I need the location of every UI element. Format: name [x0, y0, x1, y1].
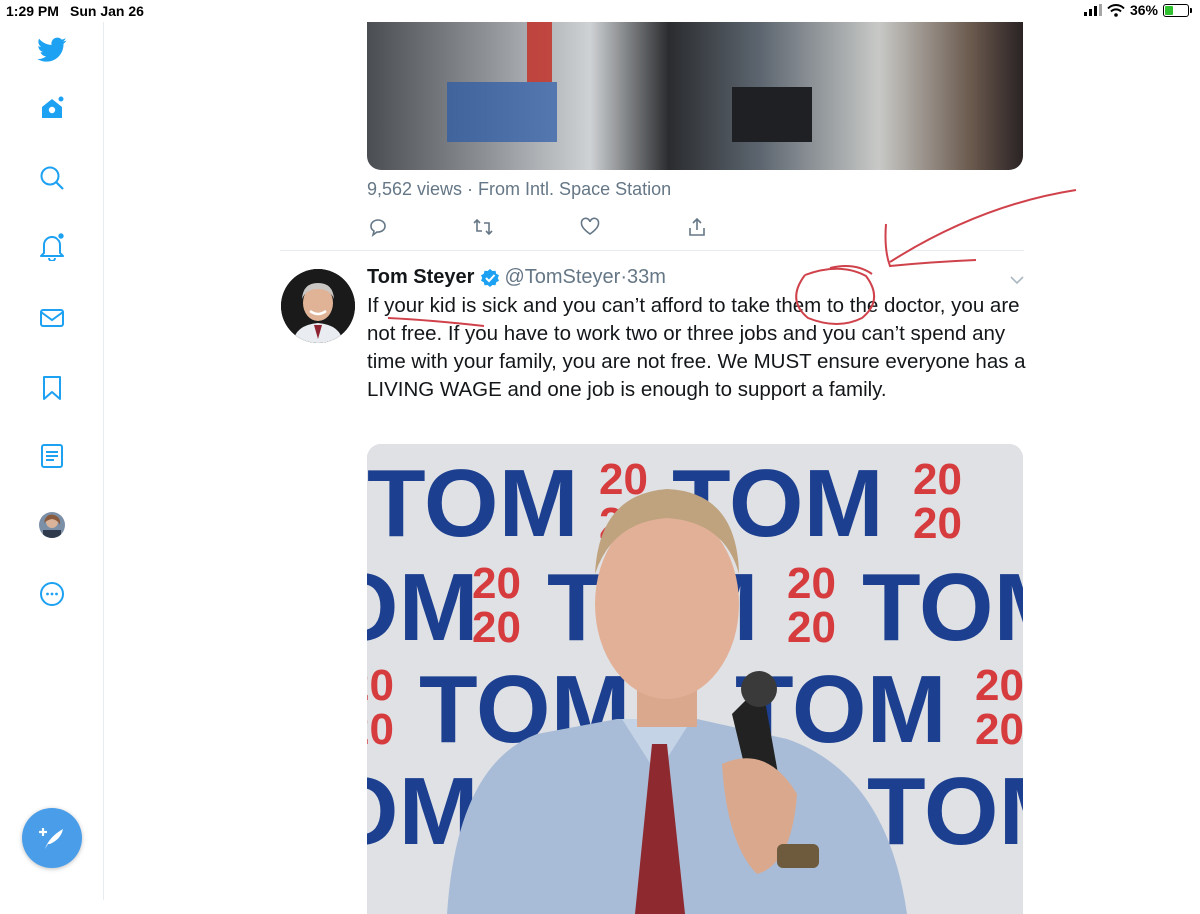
video-frame: TOM 20 20 TOM 20 20 TOM 20 20 TOM 20 20 …: [367, 444, 1023, 914]
cellular-signal-icon: [1083, 4, 1102, 16]
status-time: 1:29 PM: [6, 3, 59, 19]
banner-year: 20: [975, 661, 1023, 710]
tweet-timestamp[interactable]: 33m: [627, 266, 666, 289]
sidebar-nav: [0, 22, 104, 900]
status-date: Sun Jan 26: [70, 3, 144, 19]
header-separator: ·: [620, 266, 628, 288]
notifications-icon[interactable]: [36, 230, 68, 262]
tweet-actions: [367, 216, 787, 240]
more-icon[interactable]: [36, 578, 68, 610]
profile-avatar[interactable]: [36, 509, 68, 541]
banner-year: 20: [472, 559, 521, 608]
banner-year: 20: [913, 499, 962, 548]
status-bar: 1:29 PM Sun Jan 26 36%: [0, 0, 1200, 22]
home-icon[interactable]: [36, 92, 68, 124]
wifi-icon: [1107, 3, 1125, 17]
twitter-logo-icon[interactable]: [36, 34, 68, 66]
tweet-header: Tom Steyer @TomSteyer · 33m: [367, 266, 666, 289]
banner-word: TOM: [367, 554, 479, 661]
battery-percent: 36%: [1129, 2, 1158, 18]
explore-icon[interactable]: [36, 162, 68, 194]
author-name[interactable]: Tom Steyer: [367, 266, 474, 289]
share-icon[interactable]: [686, 216, 708, 238]
banner-year: 20: [787, 603, 836, 652]
chevron-down-icon[interactable]: [1009, 272, 1025, 290]
verified-badge-icon: [481, 268, 500, 287]
banner-word: TOM: [862, 554, 1023, 661]
lists-icon[interactable]: [36, 440, 68, 472]
battery-fill: [1165, 5, 1173, 15]
retweet-icon[interactable]: [472, 216, 494, 238]
tweet-divider: [280, 250, 1024, 251]
banner-year: 20: [975, 705, 1023, 754]
video-frame-laptop: [732, 87, 812, 142]
like-icon[interactable]: [579, 216, 601, 238]
banner-year: 20: [367, 661, 394, 710]
tweet-text: If your kid is sick and you can’t afford…: [367, 294, 1026, 401]
reply-icon[interactable]: [367, 216, 389, 238]
banner-year: 20: [367, 705, 394, 754]
tweet-video[interactable]: TOM 20 20 TOM 20 20 TOM 20 20 TOM 20 20 …: [367, 444, 1023, 914]
status-indicators: 36%: [1083, 2, 1192, 18]
banner-year: 20: [913, 455, 962, 504]
battery-icon: [1163, 3, 1189, 17]
view-count-source: 9,562 views · From Intl. Space Station: [367, 179, 672, 199]
video-frame-detail: [447, 82, 557, 142]
previous-tweet-video[interactable]: [367, 22, 1023, 170]
battery-cap: [1190, 7, 1192, 13]
author-handle[interactable]: @TomSteyer: [504, 266, 620, 289]
timeline: 9,562 views · From Intl. Space Station T…: [104, 22, 1200, 914]
compose-tweet-button[interactable]: [22, 808, 82, 868]
banner-year: 20: [787, 559, 836, 608]
messages-icon[interactable]: [36, 302, 68, 334]
author-avatar[interactable]: [281, 269, 355, 343]
bookmarks-icon[interactable]: [36, 372, 68, 404]
banner-word: TOM: [367, 450, 579, 557]
compose-tweet-icon: [39, 828, 63, 849]
banner-year: 20: [472, 603, 521, 652]
video-frame-detail: [527, 22, 552, 82]
